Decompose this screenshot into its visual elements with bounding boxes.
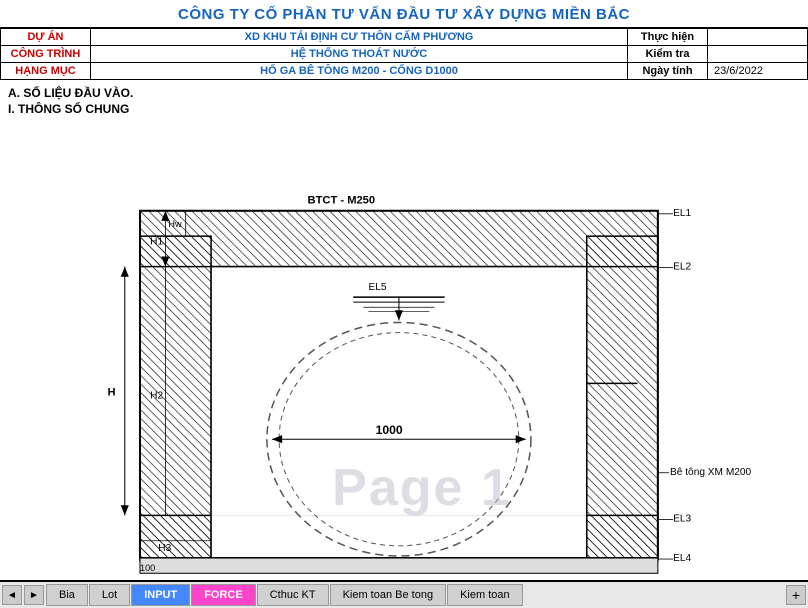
nav-next-button[interactable]: ► (24, 585, 44, 605)
tab-bia[interactable]: Bia (46, 584, 88, 606)
tab-force[interactable]: FORCE (191, 584, 256, 606)
value-du-an: XD KHU TÁI ĐỊNH CƯ THÔN CẤM PHƯƠNG (91, 29, 628, 46)
subvalue-kiem-tra (708, 46, 808, 63)
value-cong-trinh: HỆ THỐNG THOÁT NƯỚC (91, 46, 628, 63)
svg-text:EL5: EL5 (368, 282, 386, 293)
tab-cthuc-kt[interactable]: Cthuc KT (257, 584, 329, 606)
company-title: CÔNG TY CỔ PHẦN TƯ VẤN ĐẦU TƯ XÂY DỰNG M… (0, 6, 808, 23)
nav-prev-button[interactable]: ◄ (2, 585, 22, 605)
tab-kiem-toan-be-tong[interactable]: Kiem toan Be tong (330, 584, 447, 606)
subvalue-ngay-tinh: 23/6/2022 (708, 63, 808, 80)
sublabel-kiem-tra: Kiểm tra (628, 46, 708, 63)
header: CÔNG TY CỔ PHẦN TƯ VẤN ĐẦU TƯ XÂY DỰNG M… (0, 0, 808, 28)
svg-text:H3: H3 (158, 543, 171, 554)
tab-kiem-toan[interactable]: Kiem toan (447, 584, 523, 606)
svg-text:Hw: Hw (168, 219, 182, 229)
section-title-2: I. THÔNG SỐ CHUNG (8, 102, 800, 116)
section-title-1: A. SỐ LIỆU ĐẦU VÀO. (8, 86, 800, 100)
sublabel-ngay-tinh: Ngày tính (628, 63, 708, 80)
info-row-1: DỰ ÁN XD KHU TÁI ĐỊNH CƯ THÔN CẤM PHƯƠNG… (1, 29, 808, 46)
tab-bar: ◄ ► Bia Lot INPUT FORCE Cthuc KT Kiem to… (0, 580, 808, 608)
tab-input[interactable]: INPUT (131, 584, 190, 606)
svg-text:Bê tông XM M200: Bê tông XM M200 (670, 467, 752, 478)
drawing-area: BTCT - M250 EL1 EL2 EL5 EL3 EL4 H H1 H2 … (8, 118, 800, 580)
tab-lot[interactable]: Lot (89, 584, 130, 606)
svg-text:BTCT - M250: BTCT - M250 (308, 195, 376, 207)
main-content: A. SỐ LIỆU ĐẦU VÀO. I. THÔNG SỐ CHUNG (0, 80, 808, 580)
info-row-3: HẠNG MỤC HỐ GA BÊ TÔNG M200 - CỐNG D1000… (1, 63, 808, 80)
subvalue-thuc-hien (708, 29, 808, 46)
label-hang-muc: HẠNG MỤC (1, 63, 91, 80)
svg-text:EL4: EL4 (673, 553, 691, 564)
tab-add-button[interactable]: + (786, 585, 806, 605)
svg-text:H1: H1 (150, 236, 163, 247)
svg-text:1000: 1000 (376, 423, 403, 437)
info-table: DỰ ÁN XD KHU TÁI ĐỊNH CƯ THÔN CẤM PHƯƠNG… (0, 28, 808, 80)
svg-text:H: H (108, 387, 116, 399)
svg-text:EL3: EL3 (673, 513, 691, 524)
svg-text:EL2: EL2 (673, 262, 691, 273)
sublabel-thuc-hien: Thực hiện (628, 29, 708, 46)
svg-text:H2: H2 (150, 391, 163, 402)
value-hang-muc: HỐ GA BÊ TÔNG M200 - CỐNG D1000 (91, 63, 628, 80)
technical-drawing: BTCT - M250 EL1 EL2 EL5 EL3 EL4 H H1 H2 … (8, 118, 800, 580)
info-row-2: CÔNG TRÌNH HỆ THỐNG THOÁT NƯỚC Kiểm tra (1, 46, 808, 63)
label-cong-trinh: CÔNG TRÌNH (1, 46, 91, 63)
label-du-an: DỰ ÁN (1, 29, 91, 46)
svg-text:EL1: EL1 (673, 208, 691, 219)
svg-text:100: 100 (140, 563, 155, 573)
